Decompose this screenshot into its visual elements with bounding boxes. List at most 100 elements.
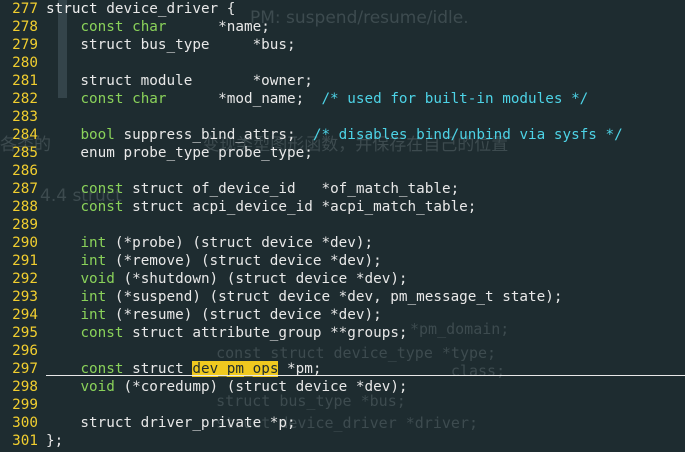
code-line[interactable]: 283 [0,108,685,126]
line-number: 282 [12,91,38,107]
line-number: 298 [12,379,38,395]
code-token: struct module *owner; [46,73,313,89]
code-type: const char [80,91,167,107]
code-line[interactable]: 298 void (*coredump) (struct device *dev… [0,378,685,396]
code-token: suppress_bind_attrs; [114,127,313,143]
line-number: 284 [12,127,38,143]
code-line[interactable]: 277 struct device_driver { [0,0,685,18]
cursor-line-underline [46,375,685,376]
code-line[interactable]: 279 struct bus_type *bus; [0,36,685,54]
line-number: 281 [12,73,38,89]
line-number: 278 [12,19,38,35]
line-number: 290 [12,235,38,251]
line-number: 280 [12,55,38,71]
code-line[interactable]: 291 int (*remove) (struct device *dev); [0,252,685,270]
code-token: struct [46,1,98,17]
code-type: bool [80,127,115,143]
line-number: 292 [12,271,38,287]
code-type: const [80,325,124,341]
code-token: enum probe_type probe_type; [46,145,313,161]
code-line[interactable]: 293 int (*suspend) (struct device *dev, … [0,288,685,306]
code-token: (*shutdown) (struct device *dev); [114,271,408,287]
line-number: 296 [12,343,38,359]
code-line[interactable]: 281 struct module *owner; [0,72,685,90]
code-text: struct device_driver { [46,1,235,17]
code-line[interactable]: 295 const struct attribute_group **group… [0,324,685,342]
code-text: int (*suspend) (struct device *dev, pm_m… [46,289,562,305]
code-text: const char *name; [46,19,270,35]
code-type: void [80,379,115,395]
line-number: 285 [12,145,38,161]
code-line[interactable]: 286 [0,162,685,180]
code-text: const struct of_device_id *of_match_tabl… [46,181,459,197]
code-type: int [80,307,107,323]
code-comment: /* disables bind/unbind via sysfs */ [312,127,623,143]
line-number: 300 [12,415,38,431]
code-line[interactable]: 282 const char *mod_name; /* used for bu… [0,90,685,108]
code-line[interactable]: 285 enum probe_type probe_type; [0,144,685,162]
code-text: const struct acpi_device_id *acpi_match_… [46,199,476,215]
code-comment: /* used for built-in modules */ [321,91,589,107]
code-token: *name; [166,19,270,35]
code-type: const [80,181,124,197]
code-line[interactable]: 296 [0,342,685,360]
code-text: const char *mod_name; /* used for built-… [46,91,588,107]
line-number: 283 [12,109,38,125]
code-text: int (*probe) (struct device *dev); [46,235,373,251]
code-line[interactable]: 292 void (*shutdown) (struct device *dev… [0,270,685,288]
line-number: 295 [12,325,38,341]
line-number: 291 [12,253,38,269]
code-token: struct of_device_id *of_match_table; [123,181,460,197]
editor-window: PM: suspend/resume/idle. 各类的 变现类型图形函数，并保… [0,0,685,452]
code-type: const char [80,19,167,35]
code-line[interactable]: 289 [0,216,685,234]
code-token: *mod_name; [166,91,322,107]
code-token: (*coredump) (struct device *dev); [114,379,408,395]
code-line[interactable]: 287 const struct of_device_id *of_match_… [0,180,685,198]
code-type: void [80,271,115,287]
code-text: void (*shutdown) (struct device *dev); [46,271,408,287]
line-number: 277 [12,1,38,17]
line-number: 287 [12,181,38,197]
code-text: struct driver_private *p; [46,415,296,431]
code-type: int [80,235,107,251]
line-number: 297 [12,361,38,377]
code-text: int (*resume) (struct device *dev); [46,307,381,323]
code-token: (*probe) (struct device *dev); [106,235,374,251]
code-line[interactable]: 280 [0,54,685,72]
code-text: bool suppress_bind_attrs; /* disables bi… [46,127,623,143]
code-line[interactable]: 294 int (*resume) (struct device *dev); [0,306,685,324]
line-number: 288 [12,199,38,215]
code-token: }; [46,433,64,449]
line-number: 289 [12,217,38,233]
code-line[interactable]: 290 int (*probe) (struct device *dev); [0,234,685,252]
line-number: 279 [12,37,38,53]
code-token: struct driver_private *p; [46,415,296,431]
code-text: int (*remove) (struct device *dev); [46,253,381,269]
code-text: const struct attribute_group **groups; [46,325,407,341]
code-line[interactable]: 299 [0,396,685,414]
code-line[interactable]: 300 struct driver_private *p; [0,414,685,432]
code-line[interactable]: 284 bool suppress_bind_attrs; /* disable… [0,126,685,144]
code-line[interactable]: 278 const char *name; [0,18,685,36]
code-type: int [80,253,107,269]
line-number: 301 [12,433,38,449]
code-text: struct module *owner; [46,73,313,89]
code-line[interactable]: 288 const struct acpi_device_id *acpi_ma… [0,198,685,216]
code-line[interactable]: 301}; [0,432,685,450]
code-text: }; [46,433,63,449]
code-type: const [80,199,124,215]
code-text: enum probe_type probe_type; [46,145,313,161]
